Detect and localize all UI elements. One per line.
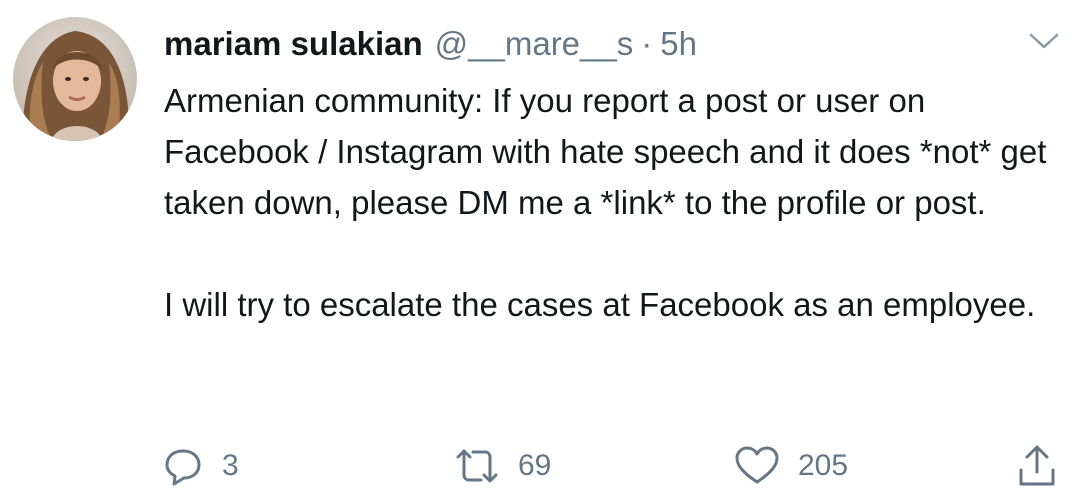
avatar[interactable] xyxy=(13,17,137,141)
tweet-menu-button[interactable] xyxy=(1026,28,1062,54)
user-handle[interactable]: @__mare__s xyxy=(435,22,634,66)
timestamp[interactable]: 5h xyxy=(660,22,697,66)
retweet-icon xyxy=(456,449,498,483)
reply-button[interactable]: 3 xyxy=(162,443,239,489)
reply-count: 3 xyxy=(222,449,239,482)
chevron-down-icon xyxy=(1029,33,1059,49)
tweet-card: mariam sulakian @__mare__s · 5h Armenian… xyxy=(0,0,1080,491)
separator-dot: · xyxy=(641,25,653,62)
retweet-count: 69 xyxy=(518,449,552,482)
tweet-header: mariam sulakian @__mare__s · 5h xyxy=(164,22,697,66)
tweet-actions: 3 69 205 xyxy=(0,443,1080,489)
like-button[interactable]: 205 xyxy=(734,443,848,489)
share-button[interactable] xyxy=(1016,443,1058,489)
avatar-image xyxy=(13,17,137,141)
tweet-paragraph: I will try to escalate the cases at Face… xyxy=(164,286,1036,323)
share-icon xyxy=(1019,445,1055,486)
reply-icon xyxy=(165,449,201,486)
display-name[interactable]: mariam sulakian xyxy=(164,22,423,66)
tweet-paragraph: Armenian community: If you report a post… xyxy=(164,82,1047,221)
retweet-button[interactable]: 69 xyxy=(454,443,551,489)
like-count: 205 xyxy=(798,449,849,482)
heart-icon xyxy=(735,446,779,484)
tweet-text: Armenian community: If you report a post… xyxy=(164,75,1064,330)
